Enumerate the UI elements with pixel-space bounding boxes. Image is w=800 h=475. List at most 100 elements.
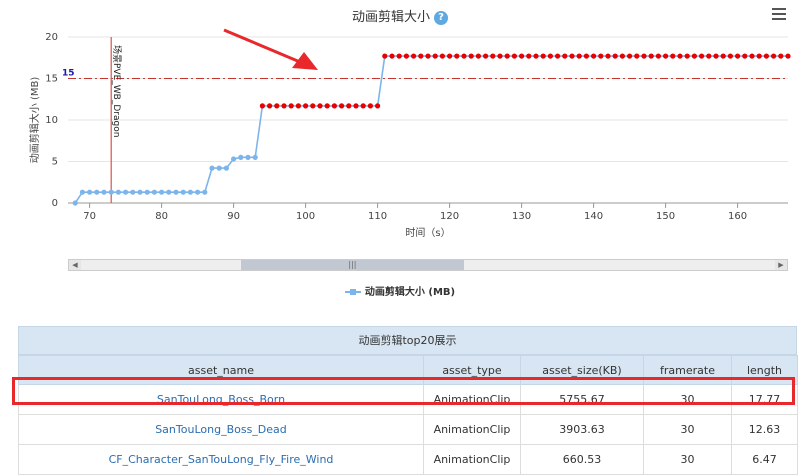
data-point[interactable] — [663, 53, 669, 59]
data-point[interactable] — [209, 165, 215, 171]
cell-asset-name[interactable]: SanTouLong_Boss_Dead — [18, 414, 424, 445]
data-point[interactable] — [324, 103, 330, 109]
chart-scrollbar[interactable]: ◀ ||| ▶ — [68, 259, 788, 271]
data-point[interactable] — [166, 189, 172, 195]
table-row[interactable]: SanTouLong_Boss_Born AnimationClip 5755.… — [18, 384, 798, 415]
data-point[interactable] — [475, 53, 481, 59]
data-point[interactable] — [583, 53, 590, 59]
data-point[interactable] — [763, 53, 770, 59]
data-point[interactable] — [627, 53, 633, 59]
data-point[interactable] — [727, 53, 734, 59]
data-point[interactable] — [367, 103, 373, 109]
data-point[interactable] — [562, 53, 568, 59]
data-point[interactable] — [547, 53, 554, 59]
data-point[interactable] — [130, 189, 136, 195]
data-point[interactable] — [411, 53, 417, 59]
data-point[interactable] — [231, 156, 237, 162]
data-point[interactable] — [641, 53, 647, 59]
data-point[interactable] — [461, 53, 467, 59]
data-point[interactable] — [303, 103, 309, 109]
data-point[interactable] — [598, 53, 604, 59]
data-point[interactable] — [555, 53, 561, 59]
data-point[interactable] — [713, 53, 719, 59]
data-point[interactable] — [238, 154, 244, 160]
scroll-left-button[interactable]: ◀ — [69, 260, 81, 270]
data-point[interactable] — [115, 189, 121, 195]
data-point[interactable] — [533, 53, 539, 59]
data-point[interactable] — [439, 53, 445, 59]
data-point[interactable] — [180, 189, 186, 195]
data-point[interactable] — [569, 53, 575, 59]
data-point[interactable] — [634, 53, 640, 59]
table-row[interactable]: CF_Character_SanTouLong_Fly_Fire_Wind An… — [18, 444, 798, 475]
data-point[interactable] — [295, 103, 301, 109]
data-point[interactable] — [511, 53, 517, 59]
data-point[interactable] — [612, 53, 618, 59]
data-point[interactable] — [79, 189, 85, 195]
data-point[interactable] — [418, 53, 424, 59]
data-point[interactable] — [187, 189, 193, 195]
data-point[interactable] — [591, 53, 597, 59]
col-header-asset-type[interactable]: asset_type — [423, 355, 521, 385]
data-point[interactable] — [778, 53, 784, 59]
data-point[interactable] — [360, 103, 366, 109]
data-point[interactable] — [72, 200, 78, 206]
data-point[interactable] — [677, 53, 683, 59]
data-point[interactable] — [756, 53, 762, 59]
data-point[interactable] — [605, 53, 611, 59]
col-header-asset-size[interactable]: asset_size(KB) — [520, 355, 644, 385]
data-point[interactable] — [684, 53, 690, 59]
data-point[interactable] — [655, 53, 662, 59]
data-point[interactable] — [483, 53, 489, 59]
data-point[interactable] — [252, 154, 258, 160]
data-point[interactable] — [144, 189, 150, 195]
data-point[interactable] — [749, 53, 755, 59]
data-point[interactable] — [735, 53, 741, 59]
data-point[interactable] — [346, 103, 352, 109]
data-point[interactable] — [101, 189, 107, 195]
data-point[interactable] — [173, 189, 179, 195]
data-point[interactable] — [526, 53, 532, 59]
data-point[interactable] — [87, 189, 93, 195]
data-point[interactable] — [281, 103, 287, 109]
data-point[interactable] — [216, 165, 222, 171]
data-point[interactable] — [720, 53, 726, 59]
data-point[interactable] — [267, 103, 273, 109]
data-point[interactable] — [108, 189, 114, 195]
table-row[interactable]: SanTouLong_Boss_Dead AnimationClip 3903.… — [18, 414, 798, 445]
data-point[interactable] — [425, 53, 431, 59]
data-point[interactable] — [447, 53, 453, 59]
data-point[interactable] — [490, 53, 496, 59]
data-point[interactable] — [245, 154, 251, 160]
data-point[interactable] — [403, 53, 409, 59]
cell-asset-name[interactable]: SanTouLong_Boss_Born — [18, 384, 424, 415]
data-point[interactable] — [94, 189, 100, 195]
data-point[interactable] — [288, 103, 294, 109]
col-header-framerate[interactable]: framerate — [643, 355, 732, 385]
data-point[interactable] — [137, 189, 143, 195]
data-point[interactable] — [382, 53, 388, 59]
data-point[interactable] — [771, 53, 777, 59]
data-point[interactable] — [396, 53, 402, 59]
data-point[interactable] — [648, 53, 654, 59]
data-point[interactable] — [274, 103, 280, 109]
data-point[interactable] — [497, 53, 503, 59]
data-point[interactable] — [195, 189, 201, 195]
data-point[interactable] — [310, 103, 316, 109]
data-point[interactable] — [619, 53, 626, 59]
data-point[interactable] — [670, 53, 676, 59]
data-point[interactable] — [785, 53, 791, 59]
data-point[interactable] — [389, 53, 395, 59]
data-point[interactable] — [576, 53, 582, 59]
data-point[interactable] — [331, 103, 337, 109]
data-point[interactable] — [202, 189, 208, 195]
data-point[interactable] — [432, 53, 438, 59]
data-point[interactable] — [468, 53, 474, 59]
data-point[interactable] — [353, 103, 359, 109]
cell-asset-name[interactable]: CF_Character_SanTouLong_Fly_Fire_Wind — [18, 444, 424, 475]
data-point[interactable] — [317, 103, 323, 109]
data-point[interactable] — [699, 53, 705, 59]
col-header-asset-name[interactable]: asset_name — [18, 355, 424, 385]
data-point[interactable] — [706, 53, 712, 59]
scroll-thumb[interactable]: ||| — [241, 260, 464, 270]
